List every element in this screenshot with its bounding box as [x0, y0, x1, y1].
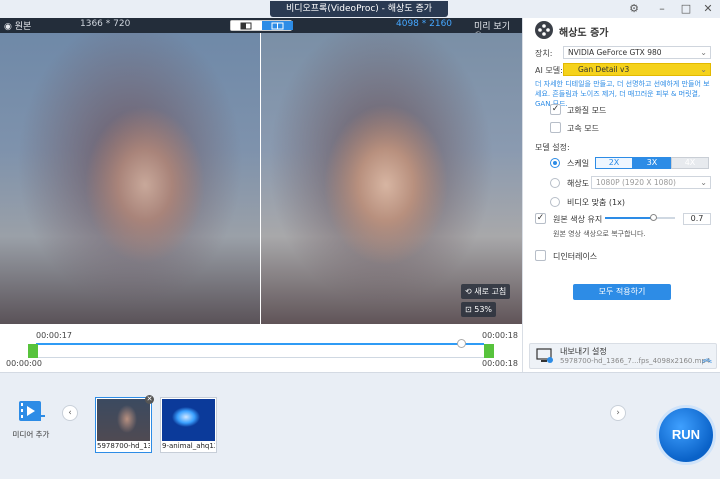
- film-reel-icon: [535, 21, 553, 39]
- close-button[interactable]: ✕: [700, 2, 716, 16]
- playhead[interactable]: [457, 339, 466, 348]
- device-label: 장치:: [535, 49, 553, 58]
- zoom-icon: ⊡: [465, 305, 472, 314]
- thumbnail-image: [162, 399, 215, 441]
- chevron-down-icon: ⌄: [700, 48, 707, 57]
- device-select[interactable]: NVIDIA GeForce GTX 980 ⌄: [563, 46, 711, 59]
- maximize-button[interactable]: □: [678, 2, 694, 16]
- scroll-left-button[interactable]: ‹: [62, 405, 78, 421]
- end-time: 00:00:18: [482, 359, 518, 368]
- scale-3x-button[interactable]: 3X: [633, 157, 671, 169]
- export-filename: 5978700-hd_1366_7...fps_4098x2160.mp4: [560, 357, 711, 365]
- hq-mode-label: 고화질 모드: [567, 106, 607, 115]
- thumbnail-image: [97, 399, 150, 441]
- refresh-icon: ⟲: [465, 287, 472, 296]
- add-media-label: 미디어 추가: [12, 430, 50, 439]
- trim-start-handle[interactable]: [28, 344, 38, 358]
- keep-color-label: 원본 색상 유지: [553, 215, 603, 224]
- app-window: 비디오프록(VideoProc) - 해상도 증가 ⚙ – □ ✕ ◉ 원본 1…: [0, 0, 720, 479]
- deinterlace-checkbox[interactable]: [535, 250, 546, 261]
- side-by-side-option[interactable]: [262, 21, 293, 30]
- match-video-radio[interactable]: [550, 197, 560, 207]
- slider-knob[interactable]: [650, 214, 657, 221]
- deinterlace-label: 디인터레이스: [553, 252, 598, 261]
- ai-model-select[interactable]: Gan Detail v3 ⌄: [563, 63, 711, 76]
- enhanced-frame: [261, 33, 522, 324]
- split-view-icon: [240, 22, 252, 30]
- super-resolution-panel: 해상도 증가 장치: NVIDIA GeForce GTX 980 ⌄ AI 모델…: [522, 18, 720, 372]
- add-video-icon: [19, 401, 45, 421]
- minimize-button[interactable]: –: [654, 2, 670, 16]
- export-monitor-icon: [536, 348, 553, 363]
- export-settings[interactable]: 내보내기 설정 5978700-hd_1366_7...fps_4098x216…: [529, 343, 717, 369]
- slider-fill: [605, 217, 654, 219]
- camera-icon: ◉: [4, 22, 12, 32]
- match-video-label: 비디오 맞춤 (1x): [567, 198, 625, 207]
- split-view-option[interactable]: [231, 21, 262, 30]
- timeline-track[interactable]: [36, 343, 484, 345]
- chevron-up-icon[interactable]: ︽: [702, 350, 712, 365]
- color-strength-slider[interactable]: [605, 214, 675, 221]
- timeline-baseline: [36, 357, 484, 358]
- add-media-button[interactable]: 미디어 추가: [8, 397, 54, 441]
- media-item[interactable]: 5978700-hd_1366 ✕: [95, 395, 154, 453]
- media-name: 9-animal_ahq12.r: [162, 442, 215, 450]
- right-resolution: 4098 * 2160: [396, 19, 453, 29]
- resolution-label: 해상도: [567, 179, 590, 188]
- hq-mode-checkbox[interactable]: ✓: [550, 104, 561, 115]
- timeline: 00:00:17 00:00:18 00:00:00 00:00:18: [0, 324, 522, 372]
- model-settings-label: 모델 설정:: [535, 143, 570, 152]
- left-resolution: 1366 * 720: [80, 19, 131, 29]
- current-time: 00:00:17: [36, 331, 72, 340]
- scale-2x-button[interactable]: 2X: [595, 157, 633, 169]
- scale-4x-button[interactable]: 4X: [671, 157, 709, 169]
- model-description: 더 자세한 디테일을 만들고, 더 선명하고 선예하게 만들어 보세요. 흔들림…: [535, 80, 710, 108]
- original-frame: [0, 33, 260, 324]
- original-label: ◉ 원본: [4, 22, 32, 32]
- scale-label: 스케일: [567, 159, 590, 168]
- color-strength-value[interactable]: 0.7: [683, 213, 711, 225]
- chevron-down-icon: ⌄: [700, 65, 707, 74]
- window-title: 비디오프록(VideoProc) - 해상도 증가: [270, 1, 448, 17]
- reset-button[interactable]: ⟲ 새로 고침: [461, 284, 511, 299]
- side-by-side-icon: [271, 22, 284, 30]
- preview-header: ◉ 원본 1366 * 720 4098 * 2160 미리 보기 🔍︎: [0, 18, 522, 42]
- fast-mode-checkbox[interactable]: [550, 122, 561, 133]
- run-button[interactable]: RUN: [656, 405, 716, 465]
- end-time-top: 00:00:18: [482, 331, 518, 340]
- remove-icon[interactable]: ✕: [145, 395, 154, 404]
- media-strip: 미디어 추가 ‹ 5978700-hd_1366 ✕ 9-animal_ahq1…: [0, 372, 720, 479]
- resolution-select[interactable]: 1080P (1920 X 1080) ⌄: [591, 176, 711, 189]
- apply-all-button[interactable]: 모두 적용하기: [573, 284, 671, 300]
- title-bar: 비디오프록(VideoProc) - 해상도 증가 ⚙ – □ ✕: [0, 0, 720, 18]
- video-preview[interactable]: ⟲ 새로 고침 ⊡ 53%: [0, 33, 522, 324]
- media-name: 5978700-hd_1366: [97, 442, 150, 450]
- keep-color-description: 원본 영상 색상으로 복구합니다.: [553, 230, 646, 238]
- zoom-button[interactable]: ⊡ 53%: [461, 302, 497, 317]
- chevron-down-icon: ⌄: [700, 178, 707, 187]
- keep-color-checkbox[interactable]: ✓: [535, 213, 546, 224]
- ai-model-label: AI 모델:: [535, 66, 563, 75]
- media-item[interactable]: 9-animal_ahq12.r: [160, 397, 217, 453]
- scroll-right-button[interactable]: ›: [610, 405, 626, 421]
- panel-title: 해상도 증가: [559, 28, 609, 39]
- export-title: 내보내기 설정: [560, 347, 607, 356]
- compare-mode-toggle[interactable]: [230, 20, 293, 31]
- settings-gear-icon[interactable]: ⚙: [626, 2, 642, 16]
- scale-radio[interactable]: [550, 158, 560, 168]
- fast-mode-label: 고속 모드: [567, 124, 599, 133]
- trim-end-handle[interactable]: [484, 344, 494, 358]
- start-time: 00:00:00: [6, 359, 42, 368]
- resolution-radio[interactable]: [550, 178, 560, 188]
